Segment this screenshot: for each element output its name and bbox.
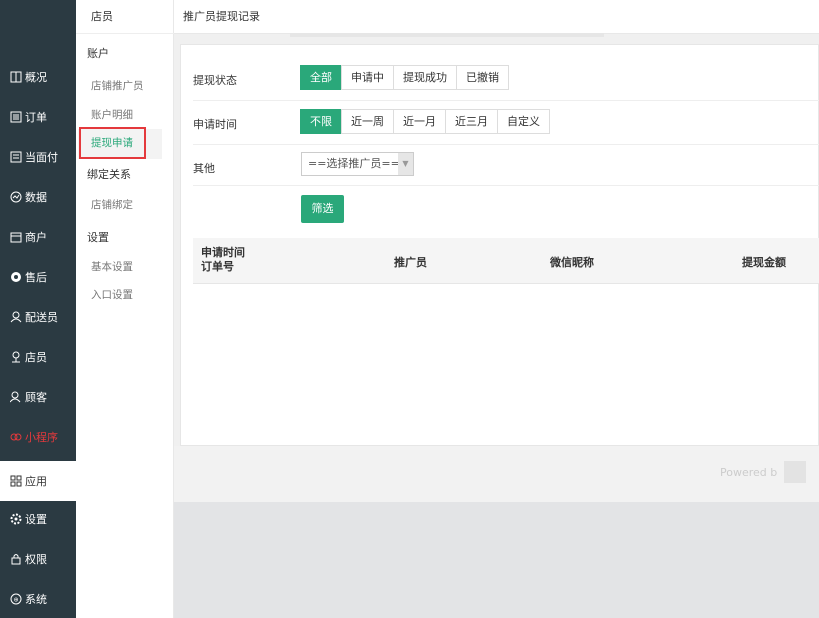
page-header: 推广员提现记录 bbox=[174, 0, 819, 37]
sidebar-item-clerk[interactable]: 店员 bbox=[0, 337, 76, 377]
pay-icon bbox=[9, 151, 22, 164]
sidebar-item-label: 订单 bbox=[25, 111, 47, 124]
sidebar-item-label: 设置 bbox=[25, 513, 47, 526]
nav-link-entry-settings[interactable]: 入口设置 bbox=[91, 287, 133, 302]
svg-text:⊕: ⊕ bbox=[13, 597, 18, 604]
time-button-group: 不限 近一周 近一月 近三月 自定义 bbox=[300, 109, 550, 134]
data-icon bbox=[9, 191, 22, 204]
status-applying-button[interactable]: 申请中 bbox=[341, 65, 394, 90]
sidebar-item-label: 配送员 bbox=[25, 311, 58, 324]
promoter-select-value: ==选择推广员== bbox=[308, 157, 400, 170]
customer-icon bbox=[9, 391, 22, 404]
dashboard-icon bbox=[9, 71, 22, 84]
status-label: 提现状态 bbox=[193, 74, 237, 87]
sidebar-item-label: 权限 bbox=[25, 553, 47, 566]
sidebar-item-label: 顾客 bbox=[25, 391, 47, 404]
status-cancelled-button[interactable]: 已撤销 bbox=[456, 65, 509, 90]
time-3months-button[interactable]: 近三月 bbox=[445, 109, 498, 134]
sidebar-item-label: 店员 bbox=[25, 351, 47, 364]
sidebar-item-miniprogram[interactable]: 小程序 bbox=[0, 417, 76, 457]
powered-by-text: Powered b bbox=[720, 466, 778, 479]
sidebar-item-apps[interactable]: 应用 bbox=[0, 461, 76, 501]
miniprogram-icon bbox=[9, 431, 22, 444]
sidebar-item-label: 售后 bbox=[25, 271, 47, 284]
filter-row-time: 申请时间 不限 近一周 近一月 近三月 自定义 bbox=[193, 101, 819, 145]
filter-row-status: 提现状态 全部 申请中 提现成功 已撤销 bbox=[193, 57, 819, 101]
sidebar-item-merchant[interactable]: 商户 bbox=[0, 217, 76, 257]
filter-button[interactable]: 筛选 bbox=[301, 195, 344, 223]
system-icon: ⊕ bbox=[9, 593, 22, 606]
sidebar-item-label: 小程序 bbox=[25, 431, 58, 444]
time-label: 申请时间 bbox=[193, 118, 237, 131]
column-header-amount: 提现金额 bbox=[742, 256, 786, 269]
sidebar-item-permission[interactable]: 权限 bbox=[0, 539, 76, 579]
time-week-button[interactable]: 近一周 bbox=[341, 109, 394, 134]
secondary-nav: 店员 账户 店铺推广员 账户明细 提现申请 绑定关系 店铺绑定 设置 基本设置 … bbox=[76, 0, 174, 618]
secondary-nav-header: 店员 bbox=[76, 0, 174, 34]
nav-link-promoter[interactable]: 店铺推广员 bbox=[91, 78, 144, 93]
time-custom-button[interactable]: 自定义 bbox=[497, 109, 550, 134]
nav-group-settings: 设置 bbox=[87, 231, 109, 244]
apps-icon bbox=[9, 475, 22, 488]
time-any-button[interactable]: 不限 bbox=[300, 109, 342, 134]
sidebar-item-system[interactable]: ⊕ 系统 bbox=[0, 579, 76, 618]
courier-icon bbox=[9, 311, 22, 324]
status-all-button[interactable]: 全部 bbox=[300, 65, 342, 90]
page-background bbox=[174, 502, 819, 618]
order-icon bbox=[9, 111, 22, 124]
time-month-button[interactable]: 近一月 bbox=[393, 109, 446, 134]
column-header-order-line2: 订单号 bbox=[201, 260, 234, 273]
sidebar-item-orders[interactable]: 订单 bbox=[0, 97, 76, 137]
sidebar-item-face-pay[interactable]: 当面付 bbox=[0, 137, 76, 177]
sidebar-item-data[interactable]: 数据 bbox=[0, 177, 76, 217]
brand-logo bbox=[784, 461, 806, 483]
page-footer: Powered b bbox=[174, 446, 819, 502]
sidebar-item-label: 数据 bbox=[25, 191, 47, 204]
header-divider bbox=[290, 33, 604, 37]
sidebar-item-label: 概况 bbox=[25, 71, 47, 84]
nav-link-account-detail[interactable]: 账户明细 bbox=[91, 107, 133, 122]
promoter-select[interactable]: ==选择推广员== ▼ bbox=[301, 152, 414, 176]
lock-icon bbox=[9, 553, 22, 566]
filter-row-other: 其他 ==选择推广员== ▼ bbox=[193, 145, 819, 186]
column-header-nickname: 微信昵称 bbox=[550, 256, 594, 269]
sidebar-item-aftersale[interactable]: 售后 bbox=[0, 257, 76, 297]
column-header-time: 申请时间 订单号 bbox=[201, 246, 245, 274]
sidebar-item-courier[interactable]: 配送员 bbox=[0, 297, 76, 337]
aftersale-icon bbox=[9, 271, 22, 284]
sidebar-item-overview[interactable]: 概况 bbox=[0, 57, 76, 97]
nav-link-basic-settings[interactable]: 基本设置 bbox=[91, 259, 133, 274]
status-success-button[interactable]: 提现成功 bbox=[393, 65, 457, 90]
page-title: 推广员提现记录 bbox=[183, 10, 260, 23]
nav-group-account: 账户 bbox=[87, 47, 109, 60]
column-header-time-line1: 申请时间 bbox=[201, 246, 245, 259]
main-sidebar: 概况 订单 当面付 数据 商户 售后 配送员 店员 顾客 小程序 应用 设置 权… bbox=[0, 0, 76, 618]
sidebar-item-label: 应用 bbox=[25, 475, 47, 488]
highlight-box bbox=[79, 127, 146, 159]
chevron-down-icon: ▼ bbox=[398, 153, 413, 175]
sidebar-item-customer[interactable]: 顾客 bbox=[0, 377, 76, 417]
sidebar-item-label: 系统 bbox=[25, 593, 47, 606]
clerk-icon bbox=[9, 351, 22, 364]
nav-link-store-bind[interactable]: 店铺绑定 bbox=[91, 197, 133, 212]
table-header: 申请时间 订单号 推广员 微信昵称 提现金额 bbox=[193, 238, 819, 284]
sidebar-item-settings[interactable]: 设置 bbox=[0, 499, 76, 539]
nav-group-binding: 绑定关系 bbox=[87, 168, 131, 181]
settings-icon bbox=[9, 513, 22, 526]
other-label: 其他 bbox=[193, 162, 215, 175]
store-icon bbox=[9, 231, 22, 244]
sidebar-item-label: 商户 bbox=[25, 231, 47, 244]
sidebar-item-label: 当面付 bbox=[25, 151, 58, 164]
column-header-promoter: 推广员 bbox=[394, 256, 427, 269]
status-button-group: 全部 申请中 提现成功 已撤销 bbox=[300, 65, 509, 90]
